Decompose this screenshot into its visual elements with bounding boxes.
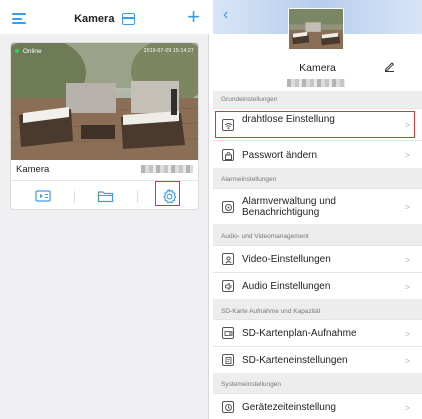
playback-button[interactable] [11, 181, 74, 209]
row-sd-schedule-recording[interactable]: SD-Kartenplan-Aufnahme > [213, 319, 422, 346]
camera-timestamp: 2019-07-09 15:14:27 [143, 48, 194, 54]
section-label: Grundeinstellungen [221, 96, 278, 103]
device-id-redacted [287, 79, 345, 87]
row-wireless-settings[interactable]: drahtlose Einstellung > [213, 108, 422, 140]
row-label: Audio Einstellungen [242, 281, 331, 292]
chevron-right-icon: > [404, 255, 410, 265]
page-title: Kamera [74, 12, 115, 25]
gear-highlight-box [155, 181, 180, 206]
title-area: Kamera [0, 10, 209, 28]
clock-icon [222, 401, 234, 413]
chevron-right-icon: > [404, 356, 410, 366]
record-icon [222, 327, 234, 339]
sdcard-icon [222, 354, 234, 366]
section-label: Alarmeinstellungen [221, 176, 277, 183]
camera-preview-image[interactable] [11, 43, 199, 160]
section-label: Systemeinstellungen [221, 381, 281, 388]
device-thumbnail [288, 8, 344, 50]
add-camera-icon[interactable]: + [187, 6, 200, 28]
row-audio-settings[interactable]: Audio Einstellungen > [213, 272, 422, 299]
top-bar: Kamera + [0, 0, 209, 34]
layout-toggle-icon[interactable] [121, 12, 135, 25]
camera-list-screen: Kamera + Online 2019-07-09 15:14:27 Kame… [0, 0, 209, 419]
row-device-time[interactable]: Gerätezeiteinstellung > [213, 393, 422, 419]
row-label: Video-Einstellungen [242, 254, 331, 265]
folder-icon [97, 190, 114, 202]
section-label: SD-Karte Aufnahme und Kapazität [221, 308, 321, 315]
alarm-icon [222, 201, 234, 213]
online-label: Online [22, 48, 42, 55]
row-label: SD-Kartenplan-Aufnahme [242, 328, 357, 339]
row-sd-settings[interactable]: SD-Karteneinstellungen > [213, 346, 422, 373]
video-icon [222, 253, 234, 265]
row-label: Gerätezeiteinstellung [242, 402, 336, 413]
row-change-password[interactable]: Passwort ändern > [213, 140, 422, 168]
speaker-icon [222, 280, 234, 292]
settings-screen: ‹ Kamera Grundeinstellungen drahtlose Ei… [213, 0, 422, 419]
chevron-right-icon: > [404, 202, 410, 212]
edit-name-icon[interactable] [384, 61, 395, 72]
row-label: SD-Karteneinstellungen [242, 355, 348, 366]
device-header: ‹ Kamera [213, 0, 422, 91]
back-icon[interactable]: ‹ [223, 6, 228, 24]
chevron-right-icon: > [404, 282, 410, 292]
row-label: Passwort ändern [242, 150, 318, 161]
camera-card[interactable]: Online 2019-07-09 15:14:27 Kamera [10, 42, 199, 210]
row-video-settings[interactable]: Video-Einstellungen > [213, 245, 422, 272]
row-alarm-management[interactable]: Alarmverwaltung und Benachrichtigung > [213, 188, 422, 224]
wireless-highlight-box [215, 111, 415, 138]
camera-name: Kamera [16, 164, 50, 175]
camera-id-redacted [141, 165, 193, 173]
chevron-right-icon: > [404, 329, 410, 339]
chevron-right-icon: > [404, 150, 410, 160]
online-status: Online [15, 48, 42, 55]
files-button[interactable] [74, 181, 137, 209]
row-label: Alarmverwaltung und Benachrichtigung [242, 196, 336, 218]
chevron-right-icon: > [404, 403, 410, 413]
camera-name-row: Kamera [11, 161, 198, 179]
playback-icon [34, 190, 51, 202]
section-label: Audio- und Videomanagement [221, 233, 309, 240]
lock-icon [222, 149, 234, 161]
online-dot-icon [15, 49, 19, 54]
